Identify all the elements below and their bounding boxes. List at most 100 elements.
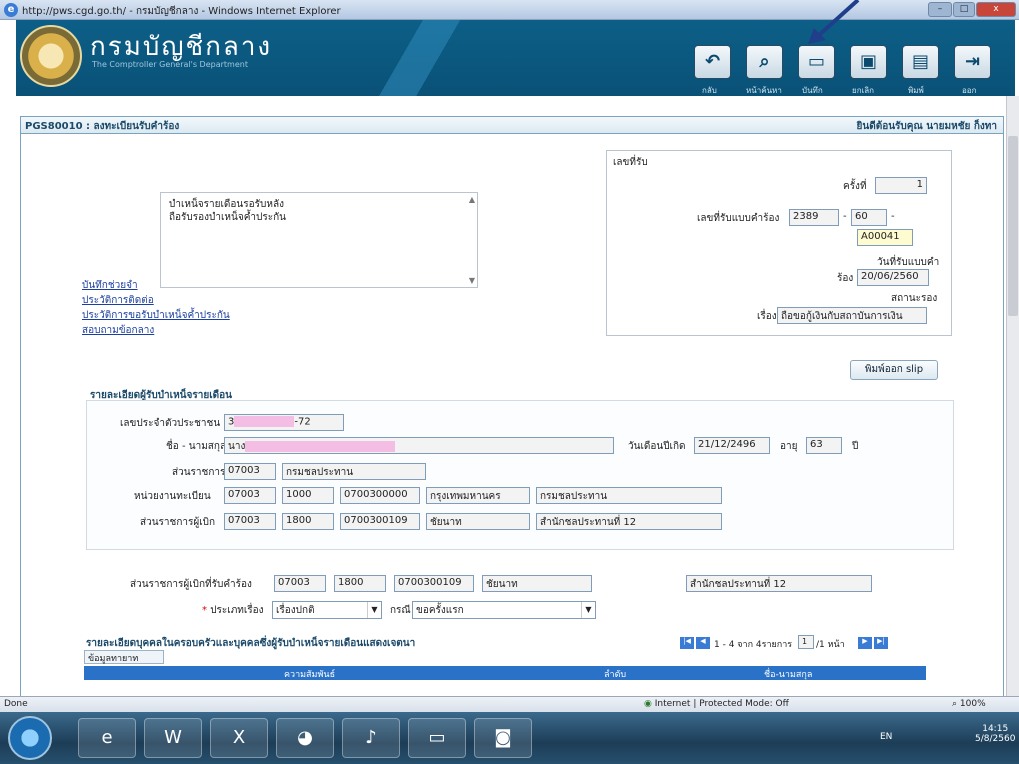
request-agency-name[interactable]: สำนักชลประทานที่ 12 xyxy=(686,575,872,592)
exit-button[interactable]: ⇥ xyxy=(954,45,991,79)
link-inquiry[interactable]: สอบถามข้อกลาง xyxy=(82,323,154,338)
search-page-button[interactable]: ⌕ xyxy=(746,45,783,79)
next-page-icon[interactable]: ▶ xyxy=(858,637,872,649)
case-label: กรณี xyxy=(390,605,411,616)
media-taskbar-icon[interactable]: ♪ xyxy=(342,718,400,758)
agency-code-field[interactable]: 07003 xyxy=(224,463,276,480)
birth-date-field[interactable]: 21/12/2496 xyxy=(694,437,770,454)
minimize-button[interactable]: – xyxy=(928,2,952,17)
maximize-button[interactable]: □ xyxy=(953,2,975,17)
unit-sub-field[interactable]: 1000 xyxy=(282,487,334,504)
type-select[interactable]: เรื่องปกติ ▼ xyxy=(272,601,382,619)
request-agency-sub[interactable]: 1800 xyxy=(334,575,386,592)
zoom-level[interactable]: ⌕ 100% xyxy=(952,699,986,709)
print-button[interactable]: ▤ xyxy=(902,45,939,79)
recv-date-field[interactable]: 20/06/2560 xyxy=(857,269,929,286)
time-field[interactable]: 1 xyxy=(875,177,927,194)
chrome-taskbar-icon[interactable]: ◕ xyxy=(276,718,334,758)
pay-sub-field[interactable]: 1800 xyxy=(282,513,334,530)
form-no-field-1[interactable]: 2389 xyxy=(789,209,839,226)
page-number-input[interactable]: 1 xyxy=(798,635,814,649)
word-taskbar-icon[interactable]: W xyxy=(144,718,202,758)
subject-field[interactable]: ถือขอกู้เงินกับสถาบันการเงิน xyxy=(777,307,927,324)
col-relation: ความสัมพันธ์ xyxy=(284,670,336,680)
request-agency-no[interactable]: 0700300109 xyxy=(394,575,474,592)
pay-code-field[interactable]: 07003 xyxy=(224,513,276,530)
cancel-button[interactable]: ▣ xyxy=(850,45,887,79)
chevron-down-icon: ▼ xyxy=(581,602,595,618)
unit-code-field[interactable]: 07003 xyxy=(224,487,276,504)
start-button-icon[interactable] xyxy=(8,716,52,760)
unit-name-field[interactable]: กรมชลประทาน xyxy=(536,487,722,504)
save-button[interactable]: ▭ xyxy=(798,45,835,79)
cancel-icon: ▣ xyxy=(859,51,877,72)
scrollbar-thumb[interactable] xyxy=(1008,136,1018,316)
agency-label: ส่วนราชการ xyxy=(172,467,226,478)
pay-city-field[interactable]: ชัยนาท xyxy=(426,513,530,530)
vertical-scrollbar[interactable] xyxy=(1006,96,1019,696)
unit-city-field[interactable]: กรุงเทพมหานคร xyxy=(426,487,530,504)
form-no-separator: - xyxy=(843,211,847,222)
first-page-icon[interactable]: |◀ xyxy=(680,637,694,649)
name-prefix: นาง xyxy=(228,441,246,452)
folder-taskbar-icon[interactable]: ▭ xyxy=(408,718,466,758)
excel-taskbar-icon[interactable]: X xyxy=(210,718,268,758)
globe-icon: ◉ xyxy=(644,699,655,709)
pointer-arrow-icon xyxy=(808,0,860,44)
case-select[interactable]: ขอครั้งแรก ▼ xyxy=(412,601,596,619)
agency-name-field[interactable]: กรมชลประทาน xyxy=(282,463,426,480)
name-field[interactable]: นาง xyxy=(224,437,614,454)
request-agency-label: ส่วนราชการผู้เบิกที่รับคำร้อง xyxy=(130,579,252,590)
form-no-field-2[interactable]: 60 xyxy=(851,209,887,226)
unit-no-field[interactable]: 0700300000 xyxy=(340,487,420,504)
request-agency-city[interactable]: ชัยนาท xyxy=(482,575,592,592)
textarea-scroll-up-icon[interactable]: ▲ xyxy=(469,195,475,204)
form-no-separator-2: - xyxy=(891,211,895,222)
pay-name-field[interactable]: สำนักชลประทานที่ 12 xyxy=(536,513,722,530)
pager-summary: 1 - 4 จาก 4รายการ xyxy=(714,640,793,650)
page-content: PGS80010 : ลงทะเบียนรับคำร้อง ยินดีต้อนร… xyxy=(16,96,1006,696)
textarea-scroll-down-icon[interactable]: ▼ xyxy=(469,276,475,285)
link-guarantee-history[interactable]: ประวัติการขอรับบำเหน็จค้ำประกัน xyxy=(82,308,230,323)
request-text-line2: ถือรับรองบำเหน็จค้ำประกัน xyxy=(169,212,286,223)
clock: 14:15 5/8/2560 xyxy=(975,724,1015,744)
link-memo[interactable]: บันทึกช่วยจำ xyxy=(82,278,138,293)
ie-taskbar-icon[interactable]: e xyxy=(78,718,136,758)
print-icon: ▤ xyxy=(911,51,929,72)
link-contact-history[interactable]: ประวัติการติดต่อ xyxy=(82,293,154,308)
app-taskbar-icon[interactable]: ◙ xyxy=(474,718,532,758)
type-selected-value: เรื่องปกติ xyxy=(276,605,315,616)
tab-heirs[interactable]: ข้อมูลทายาท xyxy=(84,650,164,664)
last-page-icon[interactable]: ▶| xyxy=(874,637,888,649)
case-selected-value: ขอครั้งแรก xyxy=(416,605,464,616)
search-page-icon: ⌕ xyxy=(759,51,770,72)
request-agency-code[interactable]: 07003 xyxy=(274,575,326,592)
chevron-down-icon: ▼ xyxy=(367,602,381,618)
age-field[interactable]: 63 xyxy=(806,437,842,454)
zoom-icon: ⌕ xyxy=(952,699,960,709)
brand-subtitle: The Comptroller General's Department xyxy=(92,60,248,69)
col-order: ลำดับ xyxy=(604,670,627,680)
back-button[interactable]: ↶ xyxy=(694,45,731,79)
type-label: * ประเภทเรื่อง xyxy=(202,605,264,616)
receipt-group-label: เลขที่รับ xyxy=(613,157,648,168)
print-slip-button[interactable]: พิมพ์ออก slip xyxy=(850,360,938,380)
language-indicator[interactable]: EN xyxy=(880,732,892,742)
citizen-id-tail: -72 xyxy=(294,416,311,428)
unit-label: หน่วยงานทะเบียน xyxy=(134,491,211,502)
redacted-id-mask xyxy=(234,416,295,427)
ie-icon: e xyxy=(4,3,18,17)
id-label: เลขประจำตัวประชาชน xyxy=(120,418,221,429)
request-textarea[interactable]: บำเหน็จรายเดือนรอรับหลัง ถือรับรองบำเหน็… xyxy=(160,192,478,288)
pay-label: ส่วนราชการผู้เบิก xyxy=(140,517,216,528)
exit-icon: ⇥ xyxy=(964,51,981,72)
close-button[interactable]: x xyxy=(976,2,1016,17)
window-title: http://pws.cgd.go.th/ - กรมบัญชีกลาง - W… xyxy=(22,6,341,17)
pay-no-field[interactable]: 0700300109 xyxy=(340,513,420,530)
prev-page-icon[interactable]: ◀ xyxy=(696,637,710,649)
citizen-id-field[interactable]: 3 -72 xyxy=(224,414,344,431)
family-table-header: ความสัมพันธ์ ลำดับ ชื่อ-นามสกุล xyxy=(84,666,926,680)
recv-date-label-2: ร้อง xyxy=(837,273,854,284)
form-code-field[interactable]: A00041 xyxy=(857,229,913,246)
age-unit: ปี xyxy=(852,441,859,452)
